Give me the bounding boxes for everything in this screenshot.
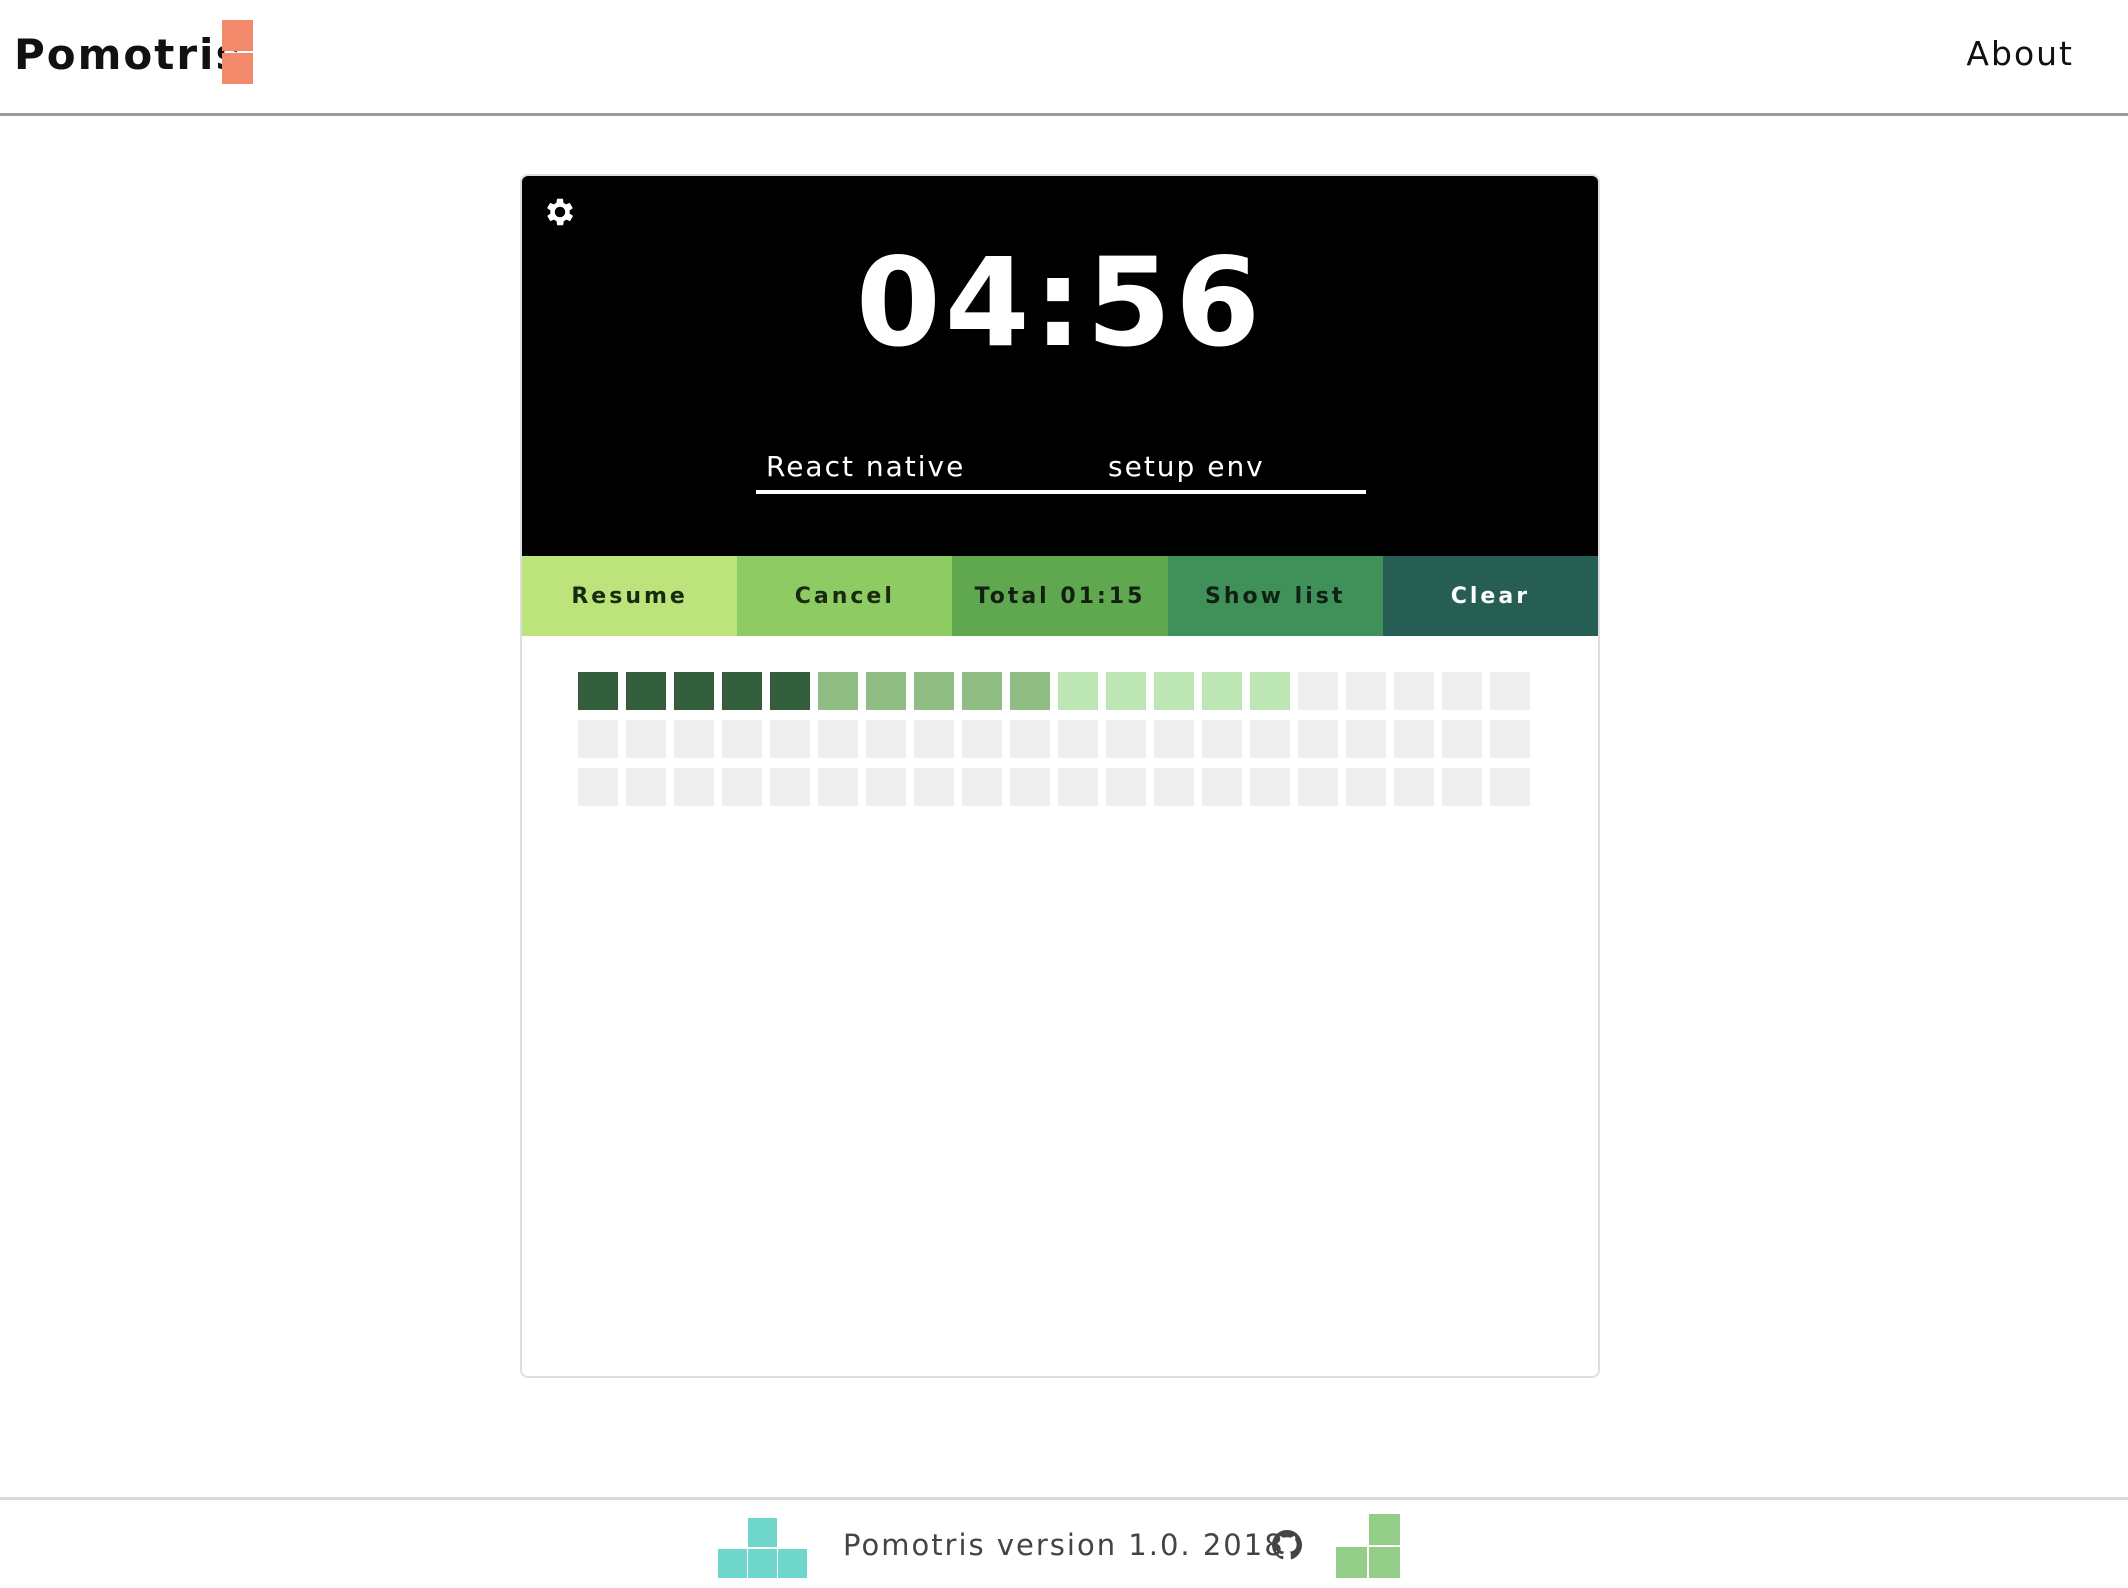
grid-cell-empty [1202, 720, 1242, 758]
clear-button[interactable]: Clear [1382, 556, 1598, 636]
grid-cell-empty [1154, 720, 1194, 758]
grid-cell-empty [1154, 768, 1194, 806]
grid-cell-light [1154, 672, 1194, 710]
pomodoro-grid [578, 672, 1530, 806]
grid-cell-mid [818, 672, 858, 710]
total-button[interactable]: Total 01:15 [952, 556, 1168, 636]
grid-cell-empty [962, 768, 1002, 806]
grid-cell-empty [722, 768, 762, 806]
grid-cell-empty [722, 720, 762, 758]
grid-cell-mid [914, 672, 954, 710]
grid-cell-mid [962, 672, 1002, 710]
about-link[interactable]: About [1966, 34, 2074, 73]
grid-cell-empty [1346, 720, 1386, 758]
grid-cell-empty [1010, 720, 1050, 758]
grid-cell-empty [1202, 768, 1242, 806]
grid-cell-empty [1106, 768, 1146, 806]
grid-cell-empty [866, 720, 906, 758]
grid-cell-empty [1106, 720, 1146, 758]
grid-cell-empty [914, 720, 954, 758]
grid-cell-empty [1394, 720, 1434, 758]
timer-display: 04:56 [855, 232, 1265, 374]
grid-cell-empty [1346, 768, 1386, 806]
grid-cell-empty [1442, 672, 1482, 710]
grid-cell-empty [1490, 672, 1530, 710]
grid-cell-empty [770, 768, 810, 806]
grid-cell-empty [1442, 768, 1482, 806]
grid-cell-empty [914, 768, 954, 806]
grid-cell-empty [1442, 720, 1482, 758]
brand-logo-block [222, 20, 253, 86]
app-header: Pomotris About [0, 0, 2128, 116]
grid-cell-empty [674, 720, 714, 758]
grid-cell-empty [674, 768, 714, 806]
grid-cell-light [1250, 672, 1290, 710]
tetromino-left-icon [718, 1518, 808, 1580]
grid-cell-empty [1250, 768, 1290, 806]
grid-cell-empty [866, 768, 906, 806]
task-name-field[interactable]: React native [766, 450, 965, 483]
github-icon[interactable] [1272, 1530, 1302, 1560]
grid-cell-empty [1298, 720, 1338, 758]
show-list-button[interactable]: Show list [1167, 556, 1383, 636]
gear-icon[interactable] [542, 194, 578, 230]
grid-cell-empty [626, 768, 666, 806]
grid-cell-light [1202, 672, 1242, 710]
grid-cell-mid [1010, 672, 1050, 710]
grid-cell-dark [722, 672, 762, 710]
version-text: Pomotris version 1.0. 2018 [843, 1528, 1285, 1562]
grid-cell-light [1106, 672, 1146, 710]
grid-cell-empty [1298, 768, 1338, 806]
brand-title: Pomotris [14, 30, 243, 79]
grid-cell-empty [1490, 768, 1530, 806]
grid-cell-dark [626, 672, 666, 710]
grid-cell-empty [1058, 720, 1098, 758]
grid-cell-empty [962, 720, 1002, 758]
pomodoro-card: 04:56 React native setup env Resume Canc… [520, 174, 1600, 1378]
grid-cell-light [1058, 672, 1098, 710]
grid-cell-empty [1394, 768, 1434, 806]
grid-cell-dark [674, 672, 714, 710]
resume-button[interactable]: Resume [522, 556, 738, 636]
grid-cell-empty [1394, 672, 1434, 710]
grid-cell-empty [1058, 768, 1098, 806]
grid-cell-empty [818, 768, 858, 806]
cancel-button[interactable]: Cancel [737, 556, 953, 636]
timer-panel: 04:56 React native setup env [522, 176, 1598, 556]
grid-cell-empty [578, 768, 618, 806]
grid-cell-empty [1298, 672, 1338, 710]
grid-cell-empty [578, 720, 618, 758]
grid-cell-empty [1490, 720, 1530, 758]
grid-cell-empty [818, 720, 858, 758]
grid-cell-empty [1346, 672, 1386, 710]
grid-cell-dark [770, 672, 810, 710]
grid-cell-empty [1010, 768, 1050, 806]
app-footer: Pomotris version 1.0. 2018 [0, 1497, 2128, 1588]
grid-cell-mid [866, 672, 906, 710]
grid-cell-empty [1250, 720, 1290, 758]
grid-cell-empty [770, 720, 810, 758]
tetromino-right-icon [1336, 1514, 1402, 1580]
grid-cell-empty [626, 720, 666, 758]
task-description-field[interactable]: setup env [1108, 450, 1265, 483]
grid-cell-dark [578, 672, 618, 710]
task-input-row[interactable]: React native setup env [756, 450, 1366, 494]
action-bar: Resume Cancel Total 01:15 Show list Clea… [522, 556, 1598, 636]
